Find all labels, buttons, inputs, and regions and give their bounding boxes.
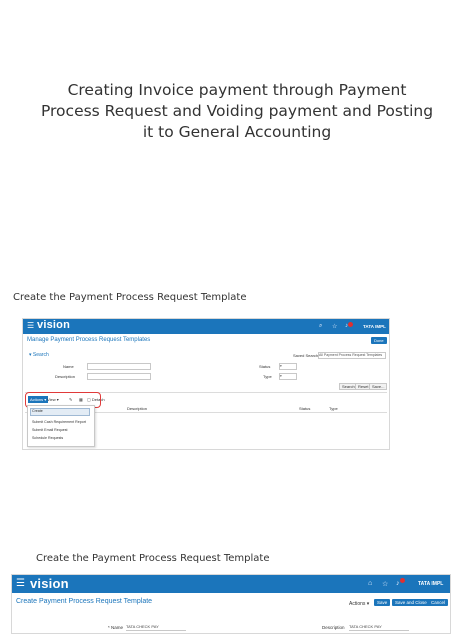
search-section-label: Search bbox=[32, 352, 49, 358]
notification-badge bbox=[400, 578, 405, 583]
menu-item-email-request[interactable]: Submit Email Request bbox=[32, 428, 68, 432]
name-input[interactable]: TATA CHECK PAY bbox=[126, 624, 186, 631]
actions-menu: Create Submit Cash Requirement Report Su… bbox=[27, 405, 95, 447]
name-label: Name bbox=[63, 364, 74, 369]
app-header: ☰ vision ⌂ ☆ ♪ TATA IMPL bbox=[12, 575, 450, 593]
section-caption: Create the Payment Process Request Templ… bbox=[13, 292, 247, 303]
cancel-button[interactable]: Cancel bbox=[428, 599, 449, 606]
favorites-icon[interactable]: ☆ bbox=[332, 323, 337, 330]
home-icon[interactable]: ⌂ bbox=[368, 580, 372, 587]
user-menu[interactable]: TATA IMPL bbox=[363, 324, 386, 329]
menu-icon[interactable]: ☰ bbox=[27, 321, 34, 330]
name-input[interactable] bbox=[87, 363, 151, 370]
column-description: Description bbox=[127, 406, 148, 411]
name-label: * Name bbox=[108, 625, 124, 630]
notification-badge bbox=[348, 322, 353, 327]
column-status: Status bbox=[299, 406, 311, 411]
brand-logo: vision bbox=[37, 319, 70, 331]
done-button[interactable]: Done bbox=[371, 337, 387, 344]
description-input[interactable]: TATA CHECK PAY bbox=[349, 624, 409, 631]
column-type: Type bbox=[329, 406, 338, 411]
status-label: Status bbox=[259, 364, 271, 369]
page-heading: Manage Payment Process Request Templates bbox=[27, 337, 151, 343]
menu-item-create[interactable]: Create bbox=[32, 409, 43, 413]
save-close-button[interactable]: Save and Close bbox=[392, 599, 430, 606]
menu-icon[interactable]: ☰ bbox=[16, 578, 25, 589]
app-header: ☰ vision ⌕ ☆ ♪ TATA IMPL bbox=[23, 319, 389, 334]
menu-item-cash-report[interactable]: Submit Cash Requirement Report bbox=[32, 420, 86, 424]
page-title: Creating Invoice payment through Payment… bbox=[40, 81, 434, 141]
section-caption: Create the Payment Process Request Templ… bbox=[36, 553, 270, 564]
notifications-icon[interactable]: ♪ bbox=[396, 580, 400, 587]
type-label: Type bbox=[263, 374, 272, 379]
save-button[interactable]: Save... bbox=[369, 383, 388, 390]
screenshot-manage-templates: ☰ vision ⌕ ☆ ♪ TATA IMPL Manage Payment … bbox=[22, 318, 390, 450]
brand-logo: vision bbox=[30, 576, 69, 591]
user-menu[interactable]: TATA IMPL bbox=[418, 581, 443, 587]
actions-label: Actions bbox=[349, 601, 366, 607]
description-label: Description bbox=[322, 625, 345, 630]
description-label: Description bbox=[55, 374, 76, 379]
status-select[interactable]: ▾ bbox=[279, 363, 297, 370]
page-heading: Create Payment Process Request Template bbox=[16, 598, 153, 605]
search-icon[interactable]: ⌕ bbox=[319, 323, 322, 330]
favorites-icon[interactable]: ☆ bbox=[382, 580, 388, 588]
type-select[interactable]: ▾ bbox=[279, 373, 297, 380]
search-section-toggle[interactable]: ▾ Search bbox=[29, 352, 49, 358]
saved-search-label: Saved Search bbox=[293, 353, 319, 358]
actions-menu[interactable]: Actions ▾ bbox=[349, 601, 369, 607]
save-button[interactable]: Save bbox=[374, 599, 391, 606]
menu-item-schedule[interactable]: Schedule Requests bbox=[32, 436, 63, 440]
description-input[interactable] bbox=[87, 373, 151, 380]
screenshot-create-template: ☰ vision ⌂ ☆ ♪ TATA IMPL Create Payment … bbox=[11, 574, 451, 634]
name-label-text: Name bbox=[111, 625, 124, 630]
saved-search-select[interactable]: All Payment Process Request Templates bbox=[318, 352, 386, 359]
